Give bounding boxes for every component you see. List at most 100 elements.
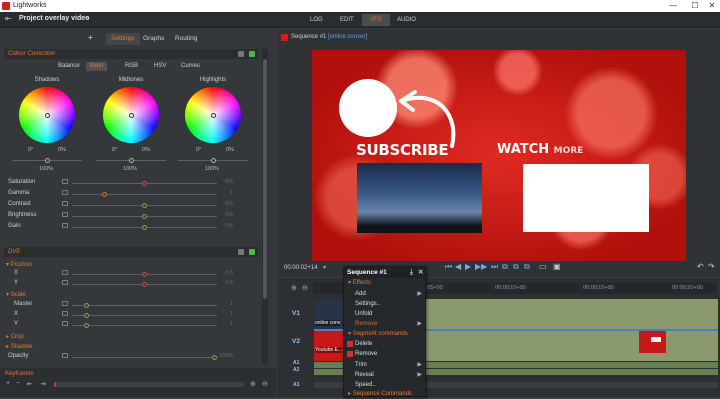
go-to-end-icon[interactable]: ⏭ <box>491 263 498 271</box>
slider-knob[interactable] <box>84 323 89 328</box>
close-icon[interactable]: ✕ <box>418 267 423 278</box>
zoom-in-icon[interactable]: ⊕ <box>250 380 256 388</box>
timecode[interactable]: 00:00:02+14 <box>284 265 318 271</box>
shadows-color-wheel[interactable] <box>19 87 75 143</box>
slider-knob[interactable] <box>142 203 147 208</box>
next-keyframe-icon[interactable]: ⇥ <box>40 380 46 388</box>
maximize-button[interactable]: ☐ <box>688 1 702 11</box>
scrollbar-thumb[interactable] <box>263 59 267 299</box>
room-tab-vfx[interactable]: VFX <box>362 14 390 26</box>
midtones-level-slider[interactable] <box>96 158 166 163</box>
slider-knob[interactable] <box>102 192 107 197</box>
menu-section-effects[interactable]: ▾ Effects <box>344 278 425 288</box>
safe-area-icon[interactable]: ▣ <box>553 263 561 271</box>
keyframe-icon[interactable] <box>62 179 68 184</box>
tab-main[interactable]: Main <box>86 62 108 71</box>
track-label-v1[interactable]: V1 <box>292 310 300 317</box>
keyframe-icon[interactable] <box>62 270 68 275</box>
add-keyframe-icon[interactable]: + <box>6 380 10 387</box>
menu-item-trim[interactable]: Trim ▶ <box>344 360 425 370</box>
crop-group-label[interactable]: ▸ Crop <box>6 333 24 340</box>
slider-knob[interactable] <box>84 303 89 308</box>
menu-section-segment-commands[interactable]: ▾ Segment commands <box>344 329 425 339</box>
enable-toggle-icon[interactable] <box>249 249 255 255</box>
tab-rgb[interactable]: RGB <box>121 62 142 71</box>
keyframe-icon[interactable] <box>62 223 68 228</box>
gamma-slider[interactable] <box>72 192 217 197</box>
slider-knob[interactable] <box>142 214 147 219</box>
room-tab-edit[interactable]: EDIT <box>332 14 362 26</box>
keyframe-icon[interactable] <box>62 311 68 316</box>
slider-knob[interactable] <box>142 225 147 230</box>
menu-item-unfold[interactable]: Unfold <box>344 309 425 319</box>
track-label-a2[interactable]: A2 <box>293 367 299 373</box>
project-exit-icon[interactable]: ⇤ <box>5 15 15 23</box>
menu-item-add[interactable]: Add ▶ <box>344 289 425 299</box>
opacity-slider[interactable] <box>72 355 217 360</box>
mark-in-icon[interactable]: ⧉ <box>502 263 508 271</box>
rewind-icon[interactable]: ◀ <box>455 263 461 271</box>
wheel-handle[interactable] <box>211 113 216 118</box>
room-tab-log[interactable]: LOG <box>302 14 331 26</box>
previous-keyframe-icon[interactable]: ⇤ <box>27 380 33 388</box>
colour-correction-header[interactable]: Colour Correction <box>4 49 258 59</box>
project-title[interactable]: Project overlay video <box>19 15 89 22</box>
slider-knob[interactable] <box>84 313 89 318</box>
clear-marks-icon[interactable]: ⧉ <box>524 263 530 271</box>
keyframe-icon[interactable] <box>62 353 68 358</box>
tab-balance[interactable]: Balance <box>54 62 84 71</box>
dve-header[interactable]: DVE <box>4 247 258 257</box>
room-tab-audio[interactable]: AUDIO <box>389 14 424 26</box>
brightness-slider[interactable] <box>72 214 217 219</box>
slider-knob[interactable] <box>142 282 147 287</box>
keyframe-icon[interactable] <box>62 280 68 285</box>
slider-knob[interactable] <box>45 158 50 163</box>
scale-x-slider[interactable] <box>72 313 217 318</box>
fit-frame-icon[interactable]: ▭ <box>539 263 547 271</box>
remove-keyframe-icon[interactable]: − <box>16 380 20 387</box>
tab-routing[interactable]: Routing <box>170 33 202 45</box>
highlights-level-slider[interactable] <box>178 158 248 163</box>
zoom-in-icon[interactable]: ⊕ <box>291 284 297 292</box>
zoom-out-icon[interactable]: ⊖ <box>302 284 308 292</box>
scale-master-slider[interactable] <box>72 303 217 308</box>
position-group-label[interactable]: ▾ Position <box>6 261 32 268</box>
keyframe-icon[interactable] <box>62 212 68 217</box>
midtones-color-wheel[interactable] <box>103 87 159 143</box>
panel-scrollbar[interactable] <box>262 49 268 364</box>
go-to-start-icon[interactable]: ⏮ <box>445 263 452 271</box>
scale-y-slider[interactable] <box>72 323 217 328</box>
tab-curves[interactable]: Curves <box>177 62 204 71</box>
scale-group-label[interactable]: ▾ Scale <box>6 291 26 298</box>
chevron-down-icon[interactable]: ▾ <box>85 15 88 22</box>
menu-item-reveal[interactable]: Reveal ▶ <box>344 370 425 380</box>
menu-item-remove-effect[interactable]: Remove ▶ <box>344 319 425 329</box>
timecode-dropdown-icon[interactable]: ▾ <box>323 264 326 271</box>
position-y-slider[interactable] <box>72 282 217 287</box>
video-frame[interactable]: SUBSCRIBE WATCH MORE <box>312 50 686 261</box>
highlights-color-wheel[interactable] <box>185 87 241 143</box>
link-icon[interactable] <box>238 249 244 255</box>
keyframe-icon[interactable] <box>62 190 68 195</box>
fast-forward-icon[interactable]: ▶▶ <box>475 263 487 271</box>
slider-knob[interactable] <box>211 158 216 163</box>
enable-toggle-icon[interactable] <box>249 51 255 57</box>
keyframe-icon[interactable] <box>62 201 68 206</box>
menu-item-delete[interactable]: Delete <box>344 339 425 349</box>
shadow-group-label[interactable]: ▸ Shadow <box>6 343 32 350</box>
pin-icon[interactable]: ⤓ <box>410 267 413 278</box>
keyframe-icon[interactable] <box>62 321 68 326</box>
keyframe-track[interactable] <box>54 382 244 387</box>
keyframe-icon[interactable] <box>62 301 68 306</box>
minimize-button[interactable]: — <box>666 1 680 11</box>
gain-slider[interactable] <box>72 225 217 230</box>
close-button[interactable]: ✕ <box>705 1 719 11</box>
tab-hsv[interactable]: HSV <box>150 62 170 71</box>
zoom-out-icon[interactable]: ⊖ <box>262 380 268 388</box>
undo-icon[interactable]: ↶ <box>697 263 704 271</box>
slider-knob[interactable] <box>142 181 147 186</box>
track-label-a3[interactable]: A3 <box>293 382 299 388</box>
slider-knob[interactable] <box>129 158 134 163</box>
saturation-slider[interactable] <box>72 181 217 186</box>
link-icon[interactable] <box>238 51 244 57</box>
